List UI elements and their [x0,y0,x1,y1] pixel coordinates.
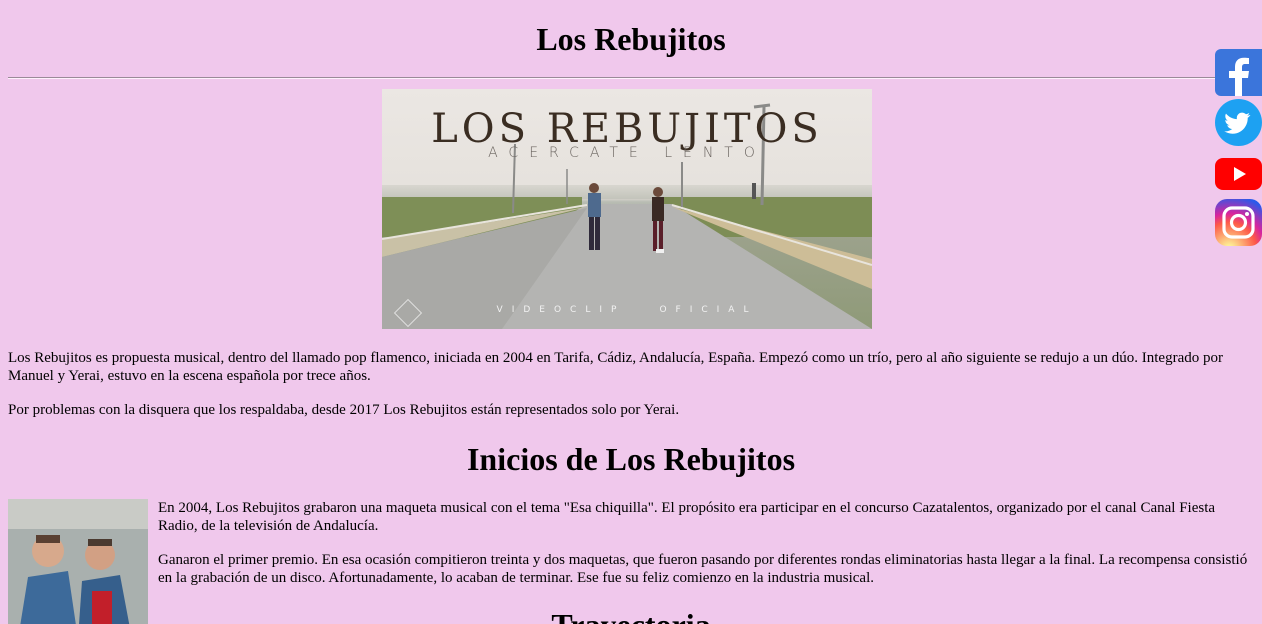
video-caption-left: VIDEOCLIP [496,305,626,315]
section-heading-trayectoria: Trayectoria [0,606,1262,624]
inicios-paragraph-2: Ganaron el primer premio. En esa ocasión… [158,552,1248,586]
youtube-button[interactable] [1215,155,1262,202]
facebook-button[interactable] [1215,49,1262,96]
section-heading-inicios: Inicios de Los Rebujitos [466,441,796,477]
intro-paragraph-2: Por problemas con la disquera que los re… [8,402,680,418]
video-caption-right: OFICIAL [659,305,758,315]
page-title: Los Rebujitos [536,21,726,57]
facebook-icon [1229,57,1249,96]
video-thumbnail[interactable]: LOS REBUJITOS ACERCATE LENTO VIDEOCLIP OF… [382,89,872,329]
intro-paragraph-1: Los Rebujitos es propuesta musical, dent… [8,350,1223,384]
twitter-button[interactable] [1215,99,1262,146]
divider [8,77,1215,79]
youtube-icon [1215,158,1262,190]
instagram-icon [1222,206,1255,239]
video-caption: VIDEOCLIP OFICIAL [382,305,872,315]
inicios-paragraph-1: En 2004, Los Rebujitos grabaron una maqu… [158,500,1216,534]
page: Los Rebujitos LOS REBUJITOS ACERCATE LEN… [0,0,1262,624]
twitter-icon [1224,112,1251,134]
video-song-title: ACERCATE LENTO [488,145,766,161]
instagram-button[interactable] [1215,199,1262,246]
